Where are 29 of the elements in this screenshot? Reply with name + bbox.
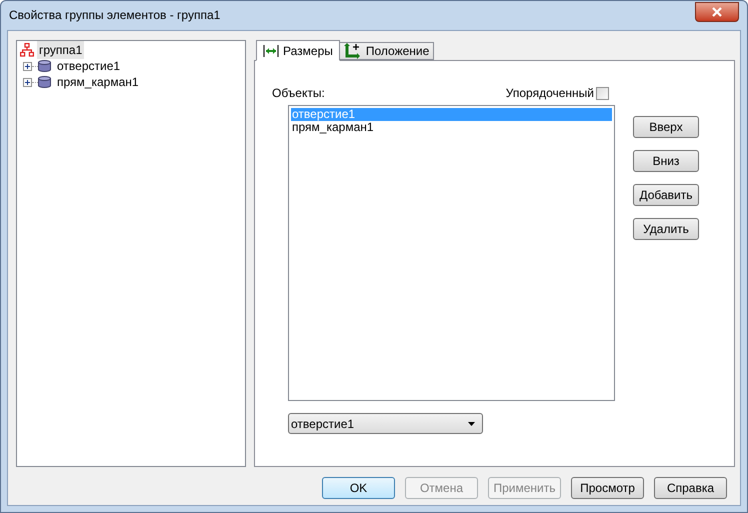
close-icon bbox=[712, 7, 722, 17]
ordered-label: Упорядоченный bbox=[506, 85, 594, 102]
axes-plus-icon bbox=[344, 43, 362, 59]
expander-icon[interactable] bbox=[23, 78, 32, 86]
tree-item[interactable]: прям_карман1 bbox=[57, 73, 139, 91]
tab[interactable]: Размеры bbox=[256, 40, 340, 61]
action-button[interactable]: Вверх bbox=[633, 116, 699, 138]
cylinder-icon bbox=[38, 76, 51, 88]
action-button[interactable]: Добавить bbox=[633, 184, 699, 206]
window-title: Свойства группы элементов - группа1 bbox=[9, 7, 220, 24]
hierarchy-icon bbox=[20, 43, 34, 57]
width-arrow-icon bbox=[263, 44, 279, 58]
dropdown-arrow-icon bbox=[468, 422, 475, 426]
ordered-checkbox[interactable] bbox=[596, 86, 609, 100]
tree-item[interactable]: отверстие1 bbox=[57, 57, 120, 75]
action-button[interactable]: Удалить bbox=[633, 218, 699, 240]
tab[interactable]: Положение bbox=[340, 42, 434, 60]
object-dropdown[interactable]: отверстие1 bbox=[288, 413, 483, 434]
list-item[interactable]: прям_карман1 bbox=[291, 121, 612, 134]
dialog-button[interactable]: OK bbox=[322, 477, 395, 499]
dialog-button[interactable]: Просмотр bbox=[571, 477, 644, 499]
cylinder-icon bbox=[38, 60, 51, 72]
expander-icon[interactable] bbox=[23, 62, 32, 70]
dialog-button[interactable]: Справка bbox=[654, 477, 727, 499]
tree-item[interactable]: группа1 bbox=[37, 41, 84, 59]
action-button[interactable]: Вниз bbox=[633, 150, 699, 172]
close-button[interactable] bbox=[695, 2, 739, 22]
objects-list[interactable]: отверстие1 прям_карман1 bbox=[288, 105, 615, 401]
objects-label: Объекты: bbox=[272, 85, 325, 102]
